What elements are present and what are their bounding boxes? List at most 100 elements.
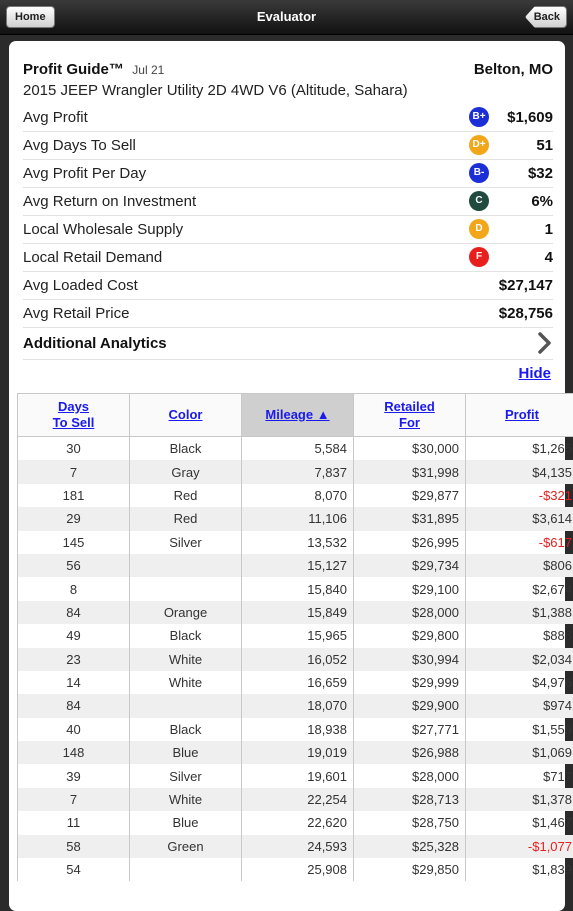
cell-color: White (130, 788, 242, 811)
sales-table: DaysTo SellColorMileage ▲RetailedForProf… (17, 393, 573, 881)
cell-color: Blue (130, 811, 242, 834)
screen-title: Evaluator (0, 0, 573, 34)
metric-row: Avg Loaded Cost $27,147 (23, 272, 553, 300)
cell-retailed-for: $29,800 (354, 624, 466, 647)
metric-value: $32 (528, 165, 553, 182)
cell-retailed-for: $30,994 (354, 648, 466, 671)
cell-days-to-sell: 7 (18, 460, 130, 483)
profit-guide-card: Profit Guide™ Jul 21 Belton, MO 2015 JEE… (9, 41, 565, 911)
table-row: 181Red8,070$29,877-$321 (18, 484, 573, 507)
cell-profit: -$617 (466, 531, 573, 554)
cell-days-to-sell: 58 (18, 835, 130, 858)
cell-mileage: 5,584 (242, 437, 354, 461)
metric-row: Avg Profit Per Day B- $32 (23, 160, 553, 188)
cell-profit: -$1,077 (466, 835, 573, 858)
metric-label: Local Wholesale Supply (23, 221, 183, 238)
column-header-days-to-sell[interactable]: DaysTo Sell (18, 394, 130, 437)
metric-value: 6% (531, 193, 553, 210)
additional-analytics-label: Additional Analytics (23, 335, 167, 352)
additional-analytics-row[interactable]: Additional Analytics (23, 329, 553, 360)
grade-badge: C (469, 191, 489, 211)
column-header-profit[interactable]: Profit (466, 394, 573, 437)
grade-badge: D+ (469, 135, 489, 155)
cell-color: Green (130, 835, 242, 858)
cell-color: Black (130, 437, 242, 461)
column-header-mileage[interactable]: Mileage ▲ (242, 394, 354, 437)
cell-mileage: 19,601 (242, 764, 354, 787)
cell-retailed-for: $28,713 (354, 788, 466, 811)
cell-color: Silver (130, 764, 242, 787)
cell-mileage: 16,052 (242, 648, 354, 671)
metric-value: 4 (545, 249, 553, 266)
cell-profit: $974 (466, 694, 573, 717)
cell-color: White (130, 671, 242, 694)
table-row: 8 15,840$29,100$2,674 (18, 577, 573, 600)
table-row: 39Silver19,601$28,000$717 (18, 764, 573, 787)
cell-color (130, 858, 242, 881)
column-header-retailed-for[interactable]: RetailedFor (354, 394, 466, 437)
cell-color: Gray (130, 460, 242, 483)
table-row: 145Silver13,532$26,995-$617 (18, 531, 573, 554)
cell-profit: $1,839 (466, 858, 573, 881)
metric-value: $28,756 (499, 305, 553, 322)
cell-days-to-sell: 8 (18, 577, 130, 600)
metric-label: Avg Profit Per Day (23, 165, 146, 182)
cell-retailed-for: $31,895 (354, 507, 466, 530)
cell-mileage: 19,019 (242, 741, 354, 764)
hide-link[interactable]: Hide (518, 365, 551, 382)
cell-mileage: 13,532 (242, 531, 354, 554)
metric-row: Avg ProfitB+$1,609 (23, 104, 553, 132)
metric-row: Avg Retail Price $28,756 (23, 300, 553, 328)
table-header-row: DaysTo SellColorMileage ▲RetailedForProf… (18, 394, 573, 437)
cell-profit: $1,467 (466, 811, 573, 834)
cell-color: Orange (130, 601, 242, 624)
cell-mileage: 11,106 (242, 507, 354, 530)
table-row: 84Orange15,849$28,000$1,388 (18, 601, 573, 624)
cell-mileage: 8,070 (242, 484, 354, 507)
sales-table-container: DaysTo SellColorMileage ▲RetailedForProf… (17, 393, 557, 881)
grade-badge: F (469, 247, 489, 267)
cell-mileage: 25,908 (242, 858, 354, 881)
cell-retailed-for: $28,000 (354, 764, 466, 787)
cell-mileage: 15,849 (242, 601, 354, 624)
grade-badge: B- (469, 163, 489, 183)
table-row: 7White22,254$28,713$1,378 (18, 788, 573, 811)
cell-retailed-for: $30,000 (354, 437, 466, 461)
cell-retailed-for: $29,999 (354, 671, 466, 694)
cell-retailed-for: $29,734 (354, 554, 466, 577)
cell-profit: $2,034 (466, 648, 573, 671)
cell-days-to-sell: 29 (18, 507, 130, 530)
column-header-text: To Sell (20, 415, 127, 431)
cell-profit: $888 (466, 624, 573, 647)
table-row: 7Gray7,837$31,998$4,135 (18, 460, 573, 483)
table-row: 148Blue19,019$26,988$1,069 (18, 741, 573, 764)
table-row: 29Red11,106$31,895$3,614 (18, 507, 573, 530)
table-row: 49Black15,965$29,800$888 (18, 624, 573, 647)
metric-label: Avg Retail Price (23, 305, 129, 322)
cell-days-to-sell: 14 (18, 671, 130, 694)
cell-profit: $1,069 (466, 741, 573, 764)
cell-profit: $1,559 (466, 718, 573, 741)
cell-color: White (130, 648, 242, 671)
metric-value: $1,609 (507, 109, 553, 126)
cell-profit: $2,674 (466, 577, 573, 600)
cell-profit: $1,378 (466, 788, 573, 811)
column-header-color[interactable]: Color (130, 394, 242, 437)
table-row: 30Black5,584$30,000$1,265 (18, 437, 573, 461)
cell-mileage: 15,840 (242, 577, 354, 600)
cell-color: Silver (130, 531, 242, 554)
cell-color: Black (130, 718, 242, 741)
column-header-text: Days (20, 399, 127, 415)
cell-days-to-sell: 145 (18, 531, 130, 554)
location-label: Belton, MO (474, 61, 553, 78)
grade-badge: B+ (469, 107, 489, 127)
metric-value: $27,147 (499, 277, 553, 294)
column-header-text: Retailed (356, 399, 463, 415)
metric-label: Avg Loaded Cost (23, 277, 138, 294)
cell-retailed-for: $29,900 (354, 694, 466, 717)
column-header-text: Color (132, 407, 239, 423)
cell-retailed-for: $29,100 (354, 577, 466, 600)
profit-guide-title: Profit Guide™ (23, 61, 124, 78)
cell-days-to-sell: 30 (18, 437, 130, 461)
cell-days-to-sell: 40 (18, 718, 130, 741)
